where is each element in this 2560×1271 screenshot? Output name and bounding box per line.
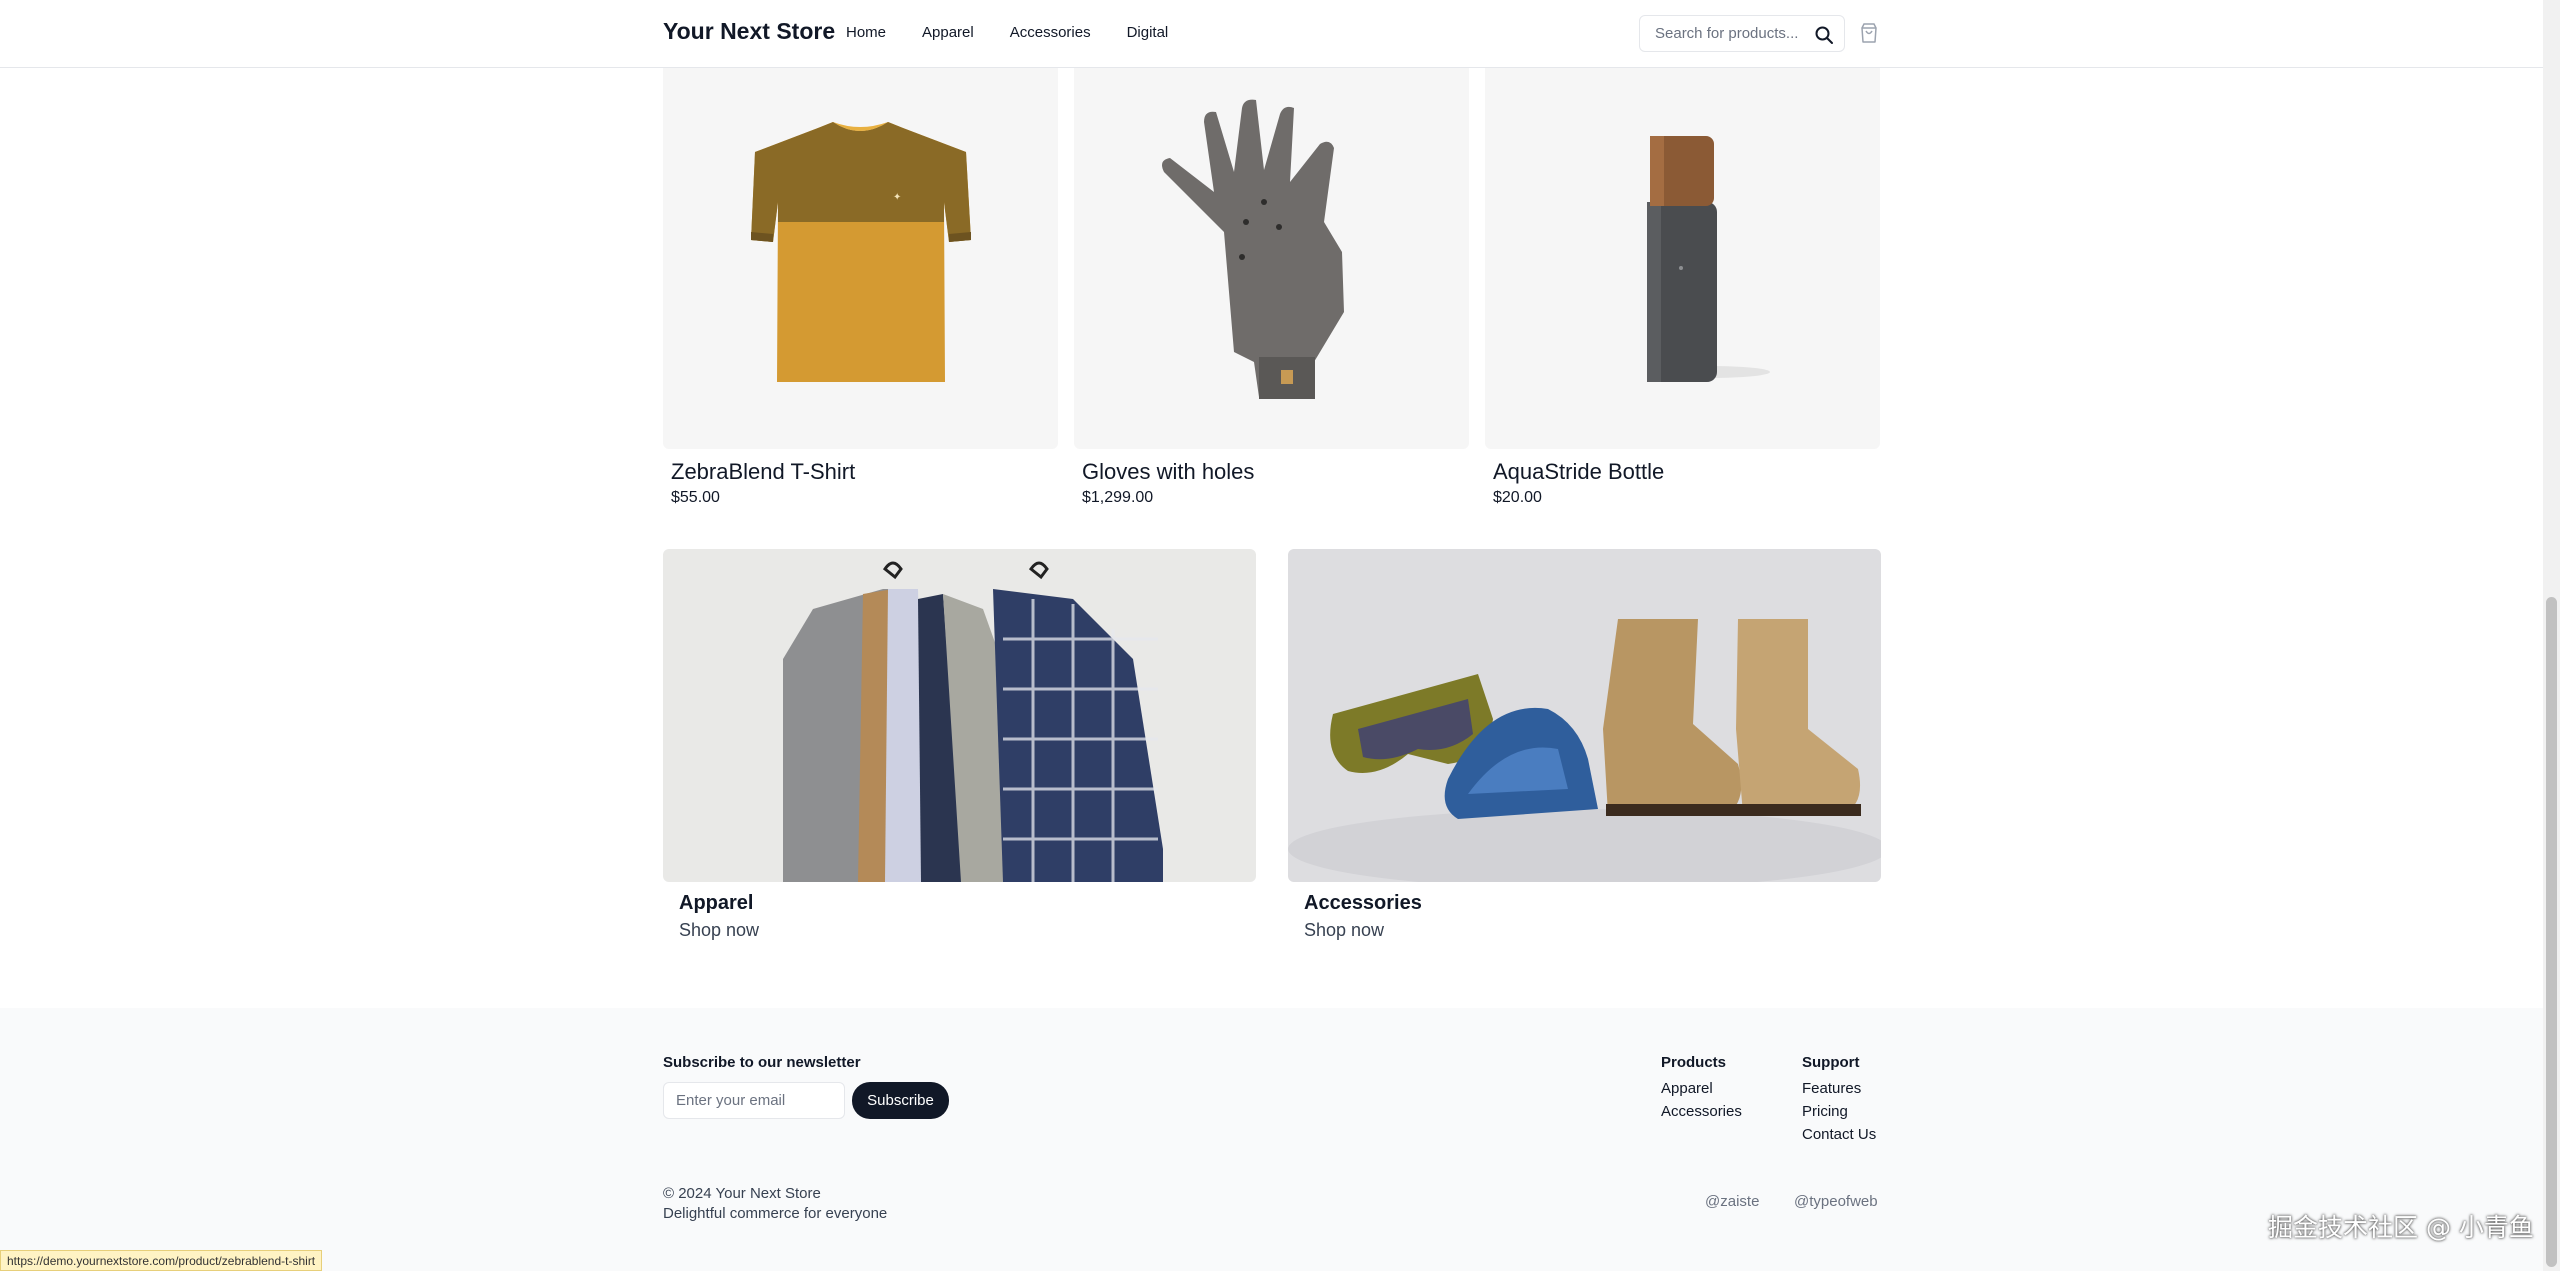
- product-name[interactable]: AquaStride Bottle: [1493, 459, 1880, 485]
- newsletter-title: Subscribe to our newsletter: [663, 1054, 861, 1071]
- shop-now-link[interactable]: Shop now: [679, 920, 1256, 941]
- category-image-apparel[interactable]: [663, 549, 1256, 882]
- category-title[interactable]: Apparel: [679, 892, 1256, 915]
- category-card-apparel[interactable]: Apparel Shop now: [663, 549, 1256, 941]
- search-input[interactable]: [1655, 25, 1805, 42]
- site-header: Your Next Store Home Apparel Accessories…: [0, 0, 2543, 68]
- category-card-accessories[interactable]: Accessories Shop now: [1288, 549, 1881, 941]
- shop-now-link[interactable]: Shop now: [1304, 920, 1881, 941]
- watermark-text: 掘金技术社区 @ 小青鱼: [2268, 1213, 2534, 1242]
- footer-link-apparel[interactable]: Apparel: [1661, 1080, 1742, 1097]
- footer-support-heading: Support: [1802, 1054, 1860, 1071]
- footer-copyright-block: © 2024 Your Next Store Delightful commer…: [663, 1184, 887, 1224]
- subscribe-button[interactable]: Subscribe: [852, 1082, 949, 1119]
- newsletter-email-input[interactable]: [663, 1082, 845, 1119]
- product-price: $20.00: [1493, 489, 1542, 506]
- product-price: $55.00: [671, 489, 720, 506]
- product-card[interactable]: AquaStride Bottle $20.00: [1485, 52, 1880, 507]
- search-icon[interactable]: [1814, 25, 1834, 45]
- tagline-text: Delightful commerce for everyone: [663, 1205, 888, 1222]
- site-footer: [0, 1008, 2543, 1271]
- footer-link-contact[interactable]: Contact Us: [1802, 1126, 1876, 1143]
- footer-link-pricing[interactable]: Pricing: [1802, 1103, 1876, 1120]
- nav-accessories[interactable]: Accessories: [1010, 24, 1091, 41]
- product-image-gloves[interactable]: [1074, 52, 1469, 449]
- social-link-zaiste[interactable]: @zaiste: [1705, 1193, 1759, 1210]
- shopping-bag-icon[interactable]: [1858, 22, 1880, 44]
- product-name[interactable]: Gloves with holes: [1082, 459, 1469, 485]
- category-image-accessories[interactable]: [1288, 549, 1881, 882]
- footer-support-column: Support Features Pricing Contact Us: [1802, 1054, 1876, 1149]
- nav-digital[interactable]: Digital: [1127, 24, 1169, 41]
- main-nav: Home Apparel Accessories Digital: [846, 24, 1168, 41]
- product-name[interactable]: ZebraBlend T-Shirt: [671, 459, 1058, 485]
- nav-home[interactable]: Home: [846, 24, 886, 41]
- accessories-illustration: [1288, 549, 1881, 882]
- svg-text:✦: ✦: [893, 192, 901, 203]
- footer-products-column: Products Apparel Accessories: [1661, 1054, 1742, 1126]
- copyright-text: © 2024 Your Next Store: [663, 1185, 821, 1202]
- scrollbar-thumb[interactable]: [2546, 597, 2557, 1267]
- category-title[interactable]: Accessories: [1304, 892, 1881, 915]
- product-card[interactable]: ✦ ZebraBlend T-Shirt $55.00: [663, 52, 1058, 507]
- product-image-bottle[interactable]: [1485, 52, 1880, 449]
- footer-link-accessories[interactable]: Accessories: [1661, 1103, 1742, 1120]
- social-link-typeofweb[interactable]: @typeofweb: [1794, 1193, 1878, 1210]
- brand-logo[interactable]: Your Next Store: [663, 18, 835, 45]
- apparel-illustration: [663, 549, 1256, 882]
- product-card[interactable]: Gloves with holes $1,299.00: [1074, 52, 1469, 507]
- bottle-illustration: [1647, 136, 1770, 382]
- nav-apparel[interactable]: Apparel: [922, 24, 974, 41]
- product-image-tshirt[interactable]: ✦: [663, 52, 1058, 449]
- footer-products-heading: Products: [1661, 1054, 1727, 1071]
- status-bar-url: https://demo.yournextstore.com/product/z…: [0, 1250, 323, 1271]
- tshirt-illustration: ✦: [751, 122, 971, 382]
- product-price: $1,299.00: [1082, 489, 1154, 506]
- footer-link-features[interactable]: Features: [1802, 1080, 1876, 1097]
- glove-illustration: [1162, 99, 1344, 399]
- search-box: [1639, 15, 1845, 52]
